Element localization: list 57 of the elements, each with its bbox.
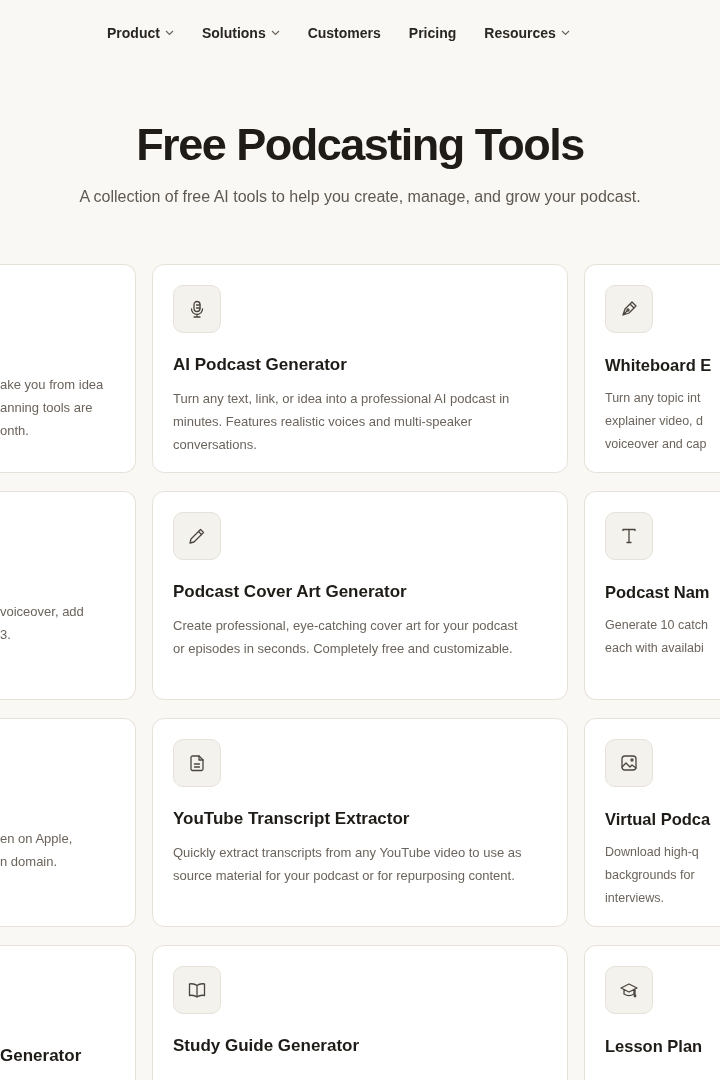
card-description-line: voiceover and cap: [605, 436, 708, 453]
tool-card[interactable]: Podcast Cover Art Generator Create professional, eye-catching cover art for your podcast or episodes in seconds. Completely free and customizable.: [152, 491, 568, 700]
card-title: Podcast Nam: [605, 582, 711, 603]
card-description: Quickly extract transcripts from any YouTube video to use as source material for your podcast or for repurposing content.: [173, 844, 523, 885]
tool-card[interactable]: Lesson Plan: [584, 945, 720, 1080]
tool-card[interactable]: YouTube Transcript Extractor Quickly extract transcripts from any YouTube video to use as source material for your podcast or for repurposing content.: [152, 718, 568, 927]
card-title: Podcast Cover Art Generator: [173, 581, 408, 603]
mic-icon: [173, 285, 221, 333]
card-description-line: Generate 10 catch: [605, 617, 709, 634]
card-description-line: n domain.: [0, 853, 59, 871]
chevron-down-icon: [164, 30, 174, 36]
text-icon: [605, 512, 653, 560]
tool-card[interactable]: Generator: [0, 945, 136, 1080]
card-description-line: interviews.: [605, 890, 666, 907]
nav-link[interactable]: Resources: [484, 24, 570, 42]
nav-link[interactable]: Customers: [307, 24, 381, 42]
tool-card[interactable]: Virtual Podca Download high-q backgrounds for interviews.: [584, 718, 720, 927]
card-title: AI Podcast Generator: [173, 354, 348, 376]
tool-card[interactable]: voiceover, add 3.: [0, 491, 136, 700]
chevron-down-icon: [560, 30, 570, 36]
pencil-icon: [173, 512, 221, 560]
card-description-line: voiceover, add: [0, 603, 85, 621]
card-title: Generator: [0, 1045, 83, 1067]
card-title: YouTube Transcript Extractor: [173, 808, 411, 830]
card-description-line: Download high-q: [605, 844, 700, 861]
card-description-line: Turn any topic int: [605, 390, 702, 407]
card-description: Create professional, eye-catching cover art for your podcast or episodes in seconds. Completely free and customizable.: [173, 617, 519, 658]
card-description-line: onth.: [0, 422, 30, 440]
card-title: Study Guide Generator: [173, 1035, 361, 1057]
card-description-line: en on Apple,: [0, 830, 74, 848]
page-title: Free Podcasting Tools: [135, 118, 585, 172]
tool-card[interactable]: Podcast Nam Generate 10 catch each with availabi: [584, 491, 720, 700]
nav-link[interactable]: Pricing: [408, 24, 457, 42]
book-icon: [173, 966, 221, 1014]
card-description-line: 3.: [0, 626, 12, 644]
image-icon: [605, 739, 653, 787]
cap-icon: [605, 966, 653, 1014]
tool-card[interactable]: en on Apple, n domain.: [0, 718, 136, 927]
nav-link[interactable]: Product: [107, 24, 174, 42]
tool-card[interactable]: Whiteboard E Turn any topic int explainer video, d voiceover and cap: [584, 264, 720, 473]
tool-card[interactable]: AI Podcast Generator Turn any text, link, or idea into a professional AI podcast in minutes. Features realistic voices and multi-speaker conversations.: [152, 264, 568, 473]
document-icon: [173, 739, 221, 787]
card-title: Whiteboard E: [605, 355, 713, 376]
chevron-down-icon: [270, 30, 280, 36]
card-description-line: backgrounds for: [605, 867, 696, 884]
tool-card[interactable]: Study Guide Generator: [152, 945, 568, 1080]
card-description-line: ake you from idea: [0, 376, 105, 394]
card-description: Turn any text, link, or idea into a professional AI podcast in minutes. Features realistic voices and multi-speaker conversations.: [173, 390, 511, 454]
card-title: Virtual Podca: [605, 809, 712, 830]
card-description-line: anning tools are: [0, 399, 94, 417]
nav-link[interactable]: Solutions: [201, 24, 280, 42]
card-description-line: explainer video, d: [605, 413, 704, 430]
card-description-line: each with availabi: [605, 640, 705, 657]
card-title: Lesson Plan: [605, 1036, 704, 1057]
page-subtitle: A collection of free AI tools to help you create, manage, and grow your podcast.: [78, 187, 642, 207]
tool-card[interactable]: ake you from idea anning tools are onth.: [0, 264, 136, 473]
pen-icon: [605, 285, 653, 333]
